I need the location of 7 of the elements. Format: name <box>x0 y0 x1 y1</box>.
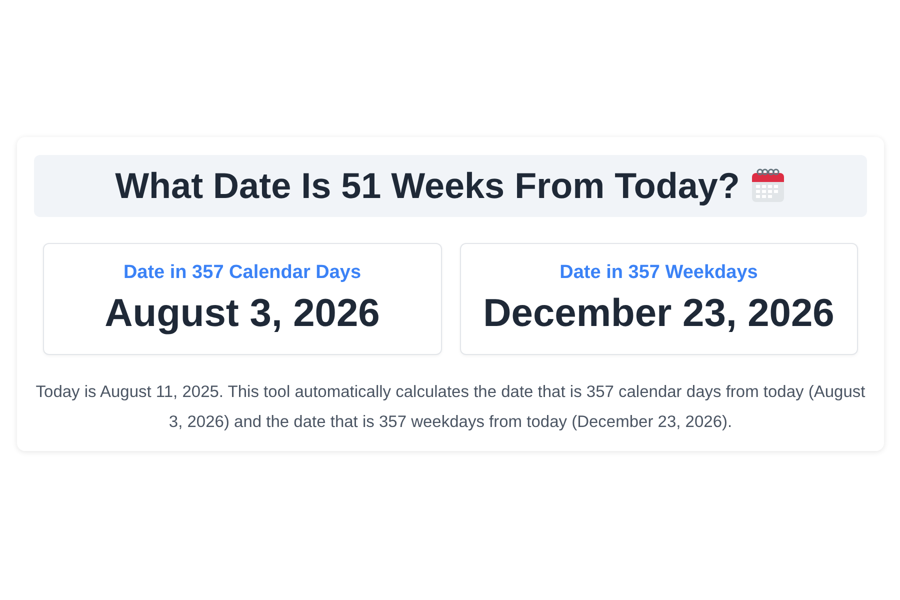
page-title: What Date Is 51 Weeks From Today? <box>115 165 740 207</box>
description-text: Today is August 11, 2025. This tool automatically calculates the date that is 357 calendar days from today (August 3, 2026) and the date that is 357 weekdays from today (December 23, 2026). <box>34 382 866 433</box>
result-date: August 3, 2026 <box>104 292 380 336</box>
result-label: Date in 357 Calendar Days <box>123 262 362 284</box>
calendar-icon <box>750 168 786 204</box>
result-label: Date in 357 Weekdays <box>560 262 758 284</box>
result-date: December 23, 2026 <box>483 292 834 336</box>
